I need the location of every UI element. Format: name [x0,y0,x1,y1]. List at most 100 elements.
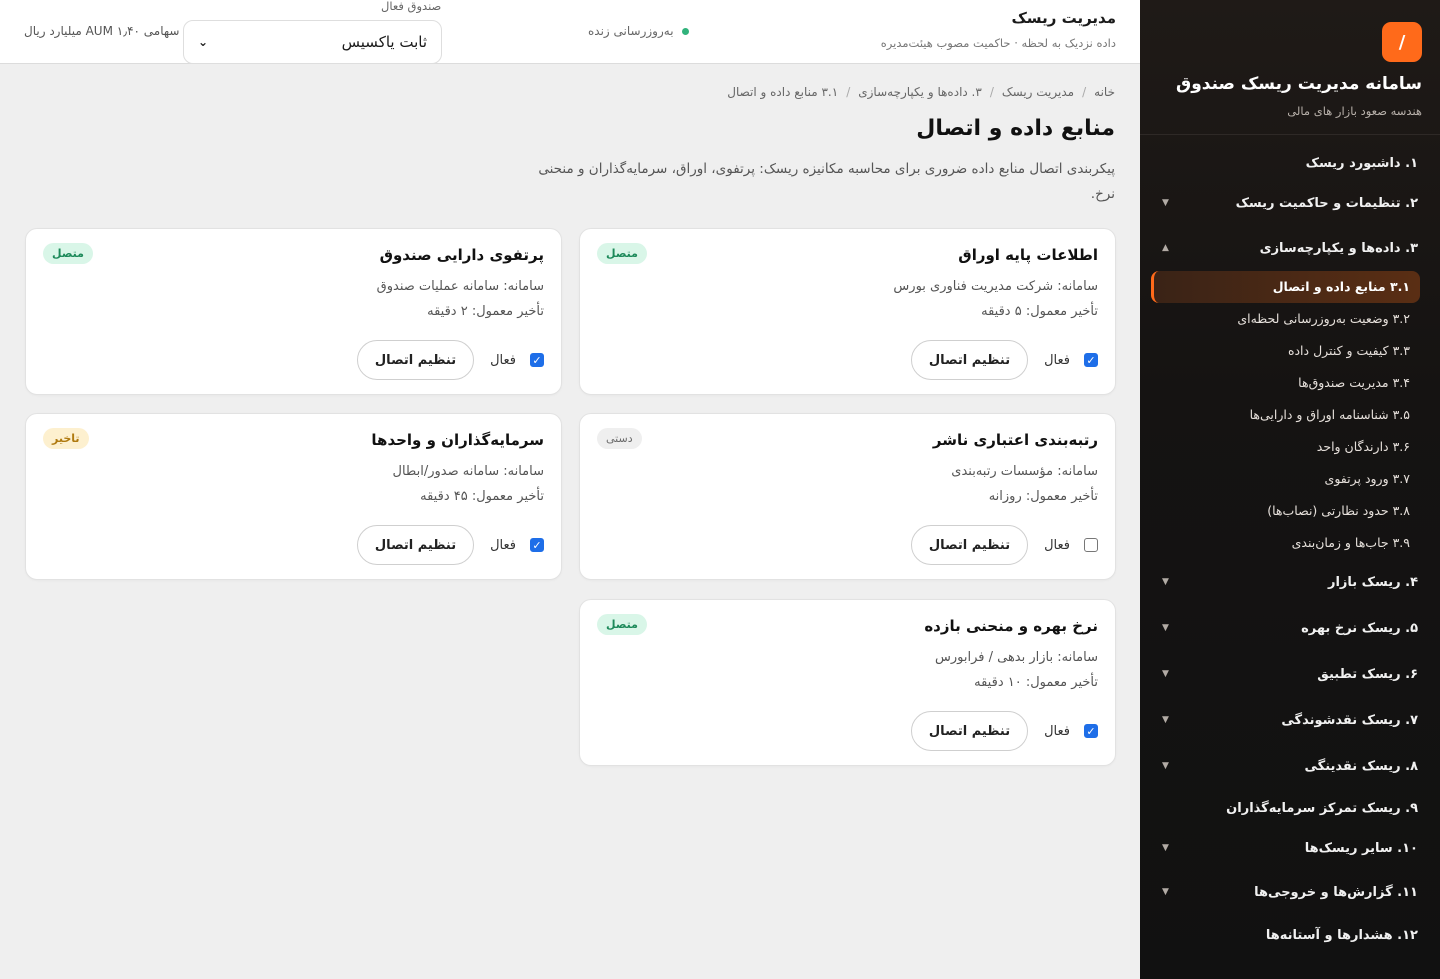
status-badge: متصل [43,243,93,264]
chevron-down-icon: ▼ [1162,843,1169,853]
chevron-down-icon: ▼ [1162,761,1169,771]
sidebar-item-alerts[interactable]: ۱۲. هشدارها و آستانه‌ها [1140,915,1440,955]
status-badge: متصل [597,243,647,264]
sidebar-item-data[interactable]: ۳. داده‌ها و یکپارچه‌سازی ▲ [1140,225,1440,271]
source-card-portfolio: پرتفوی دارایی صندوق متصل سامانه: سامانه … [25,228,562,395]
source-card-credit-rating: رتبه‌بندی اعتباری ناشر دستی سامانه: مؤسس… [579,413,1116,580]
sidebar-subitem-securities[interactable]: ۳.۵ شناسنامه اوراق و دارایی‌ها [1140,399,1440,431]
sidebar-item-compliance-risk[interactable]: ۶. ریسک تطبیق ▼ [1140,651,1440,697]
sidebar-item-label: ۵. ریسک نرخ بهره [1301,620,1418,636]
card-actions: ✓ فعال تنظیم اتصال [910,340,1098,380]
enabled-checkbox[interactable]: ✓ [1084,724,1098,738]
breadcrumb-data[interactable]: ۳. داده‌ها و یکپارچه‌سازی [858,85,982,99]
card-system: سامانه: مؤسسات رتبه‌بندی [951,464,1098,479]
sidebar-subitem-regulatory-limits[interactable]: ۳.۸ حدود نظارتی (نصاب‌ها) [1140,495,1440,527]
fund-select-label: صندوق فعال [381,0,442,13]
chevron-down-icon: ▼ [1162,887,1169,897]
chevron-down-icon: ▼ [1162,577,1169,587]
topbar-subtitle: داده نزدیک به لحظه · حاکمیت مصوب هیئت‌مد… [880,36,1116,50]
sidebar-item-cash-risk[interactable]: ۸. ریسک نقدینگی ▼ [1140,743,1440,789]
sidebar-item-market-risk[interactable]: ۴. ریسک بازار ▼ [1140,559,1440,605]
live-status-label: به‌روزرسانی زنده [588,24,674,38]
sidebar-item-settings[interactable]: ۲. تنظیمات و حاکمیت ریسک ▼ [1140,181,1440,225]
configure-connection-button[interactable]: تنظیم اتصال [356,340,475,380]
app-logo: / [1382,22,1422,62]
fund-select[interactable]: ثابت یاکسیس ⌄ [183,20,442,64]
sidebar-item-label: ۱۰. سایر ریسک‌ها [1304,840,1418,856]
sidebar-subitem-funds[interactable]: ۳.۴ مدیریت صندوق‌ها [1140,367,1440,399]
sidebar: / سامانه مدیریت ریسک صندوق هندسه صعود با… [1140,0,1440,979]
source-card-yield-curve: نرخ بهره و منحنی بازده متصل سامانه: بازا… [579,599,1116,766]
breadcrumb-separator: / [846,85,851,99]
card-actions: ✓ فعال تنظیم اتصال [910,711,1098,751]
brand: / سامانه مدیریت ریسک صندوق هندسه صعود با… [1140,0,1440,135]
enabled-label: فعال [490,537,516,553]
chevron-down-icon: ▼ [1162,623,1169,633]
live-dot-icon [681,27,689,35]
card-title: اطلاعات پایه اوراق [958,246,1098,264]
configure-connection-button[interactable]: تنظیم اتصال [910,525,1029,565]
sidebar-item-label: ۶. ریسک تطبیق [1317,666,1418,682]
sidebar-subitem-realtime-status[interactable]: ۳.۲ وضعیت به‌روزرسانی لحظه‌ای [1140,303,1440,335]
status-badge: دستی [597,428,642,449]
breadcrumb-current: ۳.۱ منابع داده و اتصال [727,85,839,99]
topbar-title: مدیریت ریسک [1011,9,1116,27]
sidebar-subitem-data-quality[interactable]: ۳.۳ کیفیت و کنترل داده [1140,335,1440,367]
sidebar-item-label: ۲. تنظیمات و حاکمیت ریسک [1235,195,1418,211]
card-title: نرخ بهره و منحنی بازده [924,617,1098,635]
sidebar-item-label: ۱. داشبورد ریسک [1305,155,1418,171]
sidebar-item-concentration-risk[interactable]: ۹. ریسک تمرکز سرمایه‌گذاران [1140,789,1440,827]
configure-connection-button[interactable]: تنظیم اتصال [910,340,1029,380]
sidebar-subnav-data: ۳.۱ منابع داده و اتصال ۳.۲ وضعیت به‌روزر… [1140,271,1440,559]
sidebar-item-dashboard[interactable]: ۱. داشبورد ریسک [1140,145,1440,181]
breadcrumb-risk[interactable]: مدیریت ریسک [1002,85,1074,99]
chevron-down-icon: ▼ [1162,669,1169,679]
card-actions: ✓ فعال تنظیم اتصال [356,525,544,565]
page-description: پیکربندی اتصال منابع داده ضروری برای محا… [538,161,1115,202]
card-title: رتبه‌بندی اعتباری ناشر [932,431,1098,449]
breadcrumb-home[interactable]: خانه [1094,85,1115,99]
configure-connection-button[interactable]: تنظیم اتصال [910,711,1029,751]
enabled-checkbox[interactable] [1084,538,1098,552]
live-status: به‌روزرسانی زنده [588,24,689,38]
sidebar-subitem-data-sources[interactable]: ۳.۱ منابع داده و اتصال [1151,271,1420,303]
app-subtitle: هندسه صعود بازار های مالی [1287,104,1422,118]
sidebar-item-other-risks[interactable]: ۱۰. سایر ریسک‌ها ▼ [1140,827,1440,869]
page-title: منابع داده و اتصال [916,116,1115,141]
card-system: سامانه: سامانه صدور/ابطال [392,464,544,479]
sidebar-item-label: ۳. داده‌ها و یکپارچه‌سازی [1259,240,1418,256]
sidebar-item-label: ۸. ریسک نقدینگی [1304,758,1418,774]
source-card-securities: اطلاعات پایه اوراق متصل سامانه: شرکت مدی… [579,228,1116,395]
card-actions: ✓ فعال تنظیم اتصال [356,340,544,380]
app-title: سامانه مدیریت ریسک صندوق [1176,74,1422,94]
chevron-down-icon: ▼ [1162,198,1169,208]
sidebar-subitem-jobs[interactable]: ۳.۹ جاب‌ها و زمان‌بندی [1140,527,1440,559]
source-card-investors: سرمایه‌گذاران و واحدها تاخیر سامانه: سام… [25,413,562,580]
enabled-label: فعال [1044,537,1070,553]
sidebar-item-label: ۹. ریسک تمرکز سرمایه‌گذاران [1226,800,1418,816]
card-delay: تأخیر معمول: ۵ دقیقه [981,304,1098,319]
chevron-down-icon: ▼ [1162,715,1169,725]
configure-connection-button[interactable]: تنظیم اتصال [356,525,475,565]
enabled-checkbox[interactable]: ✓ [530,353,544,367]
enabled-label: فعال [490,352,516,368]
card-delay: تأخیر معمول: ۱۰ دقیقه [974,675,1098,690]
card-delay: تأخیر معمول: ۲ دقیقه [427,304,544,319]
sidebar-subitem-unitholders[interactable]: ۳.۶ دارندگان واحد [1140,431,1440,463]
sidebar-item-interest-risk[interactable]: ۵. ریسک نرخ بهره ▼ [1140,605,1440,651]
chevron-up-icon: ▲ [1162,243,1169,253]
enabled-checkbox[interactable]: ✓ [1084,353,1098,367]
card-title: سرمایه‌گذاران و واحدها [371,431,544,449]
aum-info: سهامی AUM ۱٫۴۰ میلیارد ریال [24,24,180,38]
sidebar-subitem-portfolio-import[interactable]: ۳.۷ ورود پرتفوی [1140,463,1440,495]
sidebar-nav: ۱. داشبورد ریسک ۲. تنظیمات و حاکمیت ریسک… [1140,135,1440,955]
card-title: پرتفوی دارایی صندوق [379,246,544,264]
card-system: سامانه: شرکت مدیریت فناوری بورس [893,279,1098,294]
enabled-label: فعال [1044,723,1070,739]
sidebar-item-liquidity-risk[interactable]: ۷. ریسک نقدشوندگی ▼ [1140,697,1440,743]
sidebar-item-reports[interactable]: ۱۱. گزارش‌ها و خروجی‌ها ▼ [1140,869,1440,915]
breadcrumb-separator: / [1082,85,1087,99]
enabled-checkbox[interactable]: ✓ [530,538,544,552]
enabled-label: فعال [1044,352,1070,368]
breadcrumb: خانه / مدیریت ریسک / ۳. داده‌ها و یکپارچ… [727,85,1115,99]
